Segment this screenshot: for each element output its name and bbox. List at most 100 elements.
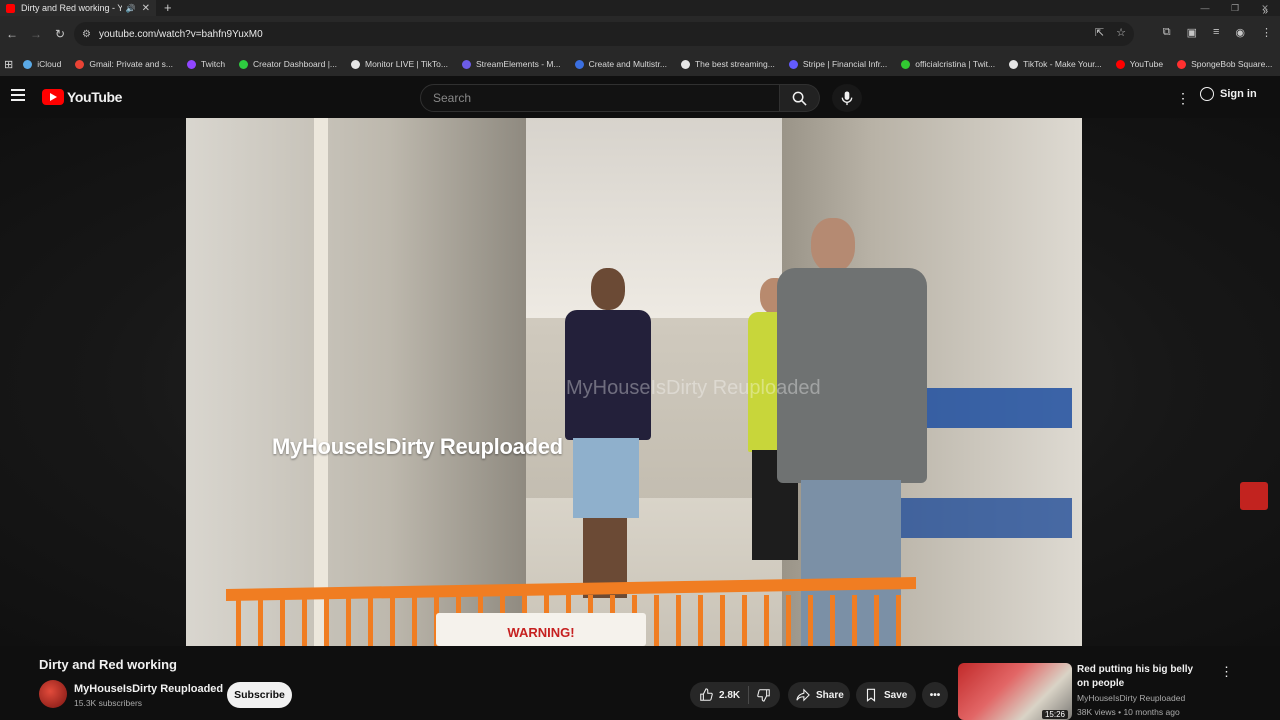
bookmark-label: Creator Dashboard |... xyxy=(253,59,337,69)
video-player[interactable]: MyHouseIsDirty Reuploaded MyHouseIsDirty… xyxy=(0,118,1280,646)
bookmark-favicon-icon xyxy=(23,59,33,69)
bookmark-label: The best streaming... xyxy=(694,59,775,69)
restore-icon[interactable]: ❐ xyxy=(1220,0,1250,16)
bookmarks-bar: ⊞ iCloud Gmail: Private and s... Twitch Cre… xyxy=(0,52,1280,76)
video-frame[interactable]: MyHouseIsDirty Reuploaded MyHouseIsDirty… xyxy=(186,118,1082,646)
microphone-icon xyxy=(841,90,853,105)
bookmark-label: Twitch xyxy=(200,59,226,69)
settings-kebab-icon[interactable]: ⋮ xyxy=(1176,90,1190,107)
apps-icon[interactable]: ⊞ xyxy=(4,58,13,71)
bookmark-item[interactable]: StreamElements - M... xyxy=(462,59,561,69)
bookmark-label: Monitor LIVE | TikTo... xyxy=(365,59,448,69)
speaker-icon[interactable]: 🔊 xyxy=(126,4,136,13)
up-next-meta: 38K views • 10 months ago xyxy=(1077,707,1180,717)
bookmark-favicon-icon xyxy=(1115,59,1125,69)
site-info-icon[interactable]: ⚙ xyxy=(82,29,91,40)
up-next-thumbnail[interactable]: 15:26 xyxy=(958,663,1072,720)
tab-title: Dirty and Red working - Yo xyxy=(21,3,122,13)
forward-icon[interactable]: → xyxy=(24,27,48,41)
browser-tab-active[interactable]: Dirty and Red working - Yo 🔊 ✕ xyxy=(0,0,156,16)
bookmark-label: officialcristina | Twit... xyxy=(915,59,996,69)
bookmark-label: StreamElements - M... xyxy=(476,59,561,69)
bookmark-item[interactable]: officialcristina | Twit... xyxy=(901,59,995,69)
bookmark-favicon-icon xyxy=(901,59,911,69)
bookmark-item[interactable]: YouTube xyxy=(1115,59,1164,69)
channel-branding-watermark-icon[interactable] xyxy=(1240,482,1268,510)
up-next-title[interactable]: Red putting his big belly on people xyxy=(1077,663,1207,691)
bookmark-label: YouTube xyxy=(1129,59,1164,69)
like-count[interactable]: 2.8K xyxy=(719,690,740,701)
bookmark-label: Gmail: Private and s... xyxy=(89,59,173,69)
subscribe-button[interactable]: Subscribe xyxy=(227,682,292,708)
sidebar-icon[interactable]: ▣ xyxy=(1187,26,1197,39)
bookmark-favicon-icon xyxy=(788,59,798,69)
more-actions-button[interactable]: ••• xyxy=(922,682,948,708)
bookmark-favicon-icon xyxy=(186,59,196,69)
youtube-favicon-icon xyxy=(6,3,15,13)
bookmark-item[interactable]: Creator Dashboard |... xyxy=(239,59,337,69)
video-title: Dirty and Red working xyxy=(39,657,177,672)
menu-icon[interactable]: ⋮ xyxy=(1261,26,1272,39)
up-next-duration: 15:26 xyxy=(1041,710,1068,719)
like-dislike-pill: 2.8K xyxy=(690,682,780,708)
extensions-icon[interactable]: ⧉ xyxy=(1163,26,1171,39)
close-tab-icon[interactable]: ✕ xyxy=(142,3,150,14)
bookmark-item[interactable]: Gmail: Private and s... xyxy=(75,59,173,69)
share-button[interactable]: Share xyxy=(788,682,850,708)
youtube-logo[interactable]: YouTube xyxy=(42,89,122,105)
bookmark-save-icon xyxy=(866,688,876,702)
profile-icon[interactable]: ◉ xyxy=(1235,26,1245,39)
url-text[interactable]: youtube.com/watch?v=bahfn9YuxM0 xyxy=(99,29,263,40)
back-icon[interactable]: ← xyxy=(0,27,24,41)
hamburger-menu-icon[interactable] xyxy=(11,89,25,103)
youtube-header: YouTube Search ⋮ Sign in xyxy=(0,76,1280,118)
save-label: Save xyxy=(884,689,908,701)
bookmark-item[interactable]: The best streaming... xyxy=(680,59,775,69)
reload-icon[interactable]: ↻ xyxy=(48,27,72,41)
up-next-menu-icon[interactable]: ⋮ xyxy=(1220,664,1233,680)
bookmark-item[interactable]: Stripe | Financial Infr... xyxy=(788,59,887,69)
browser-toolbar: ← → ↻ ⚙ youtube.com/watch?v=bahfn9YuxM0 … xyxy=(0,16,1280,52)
bookmark-favicon-icon xyxy=(680,59,690,69)
share-label: Share xyxy=(816,689,844,701)
subscriber-count: 15.3K subscribers xyxy=(74,698,143,708)
bookmark-favicon-icon xyxy=(75,59,85,69)
minimize-icon[interactable]: — xyxy=(1190,0,1220,16)
share-icon xyxy=(796,688,810,702)
voice-search-button[interactable] xyxy=(832,84,862,112)
install-app-icon[interactable]: ⇱ xyxy=(1095,26,1104,39)
media-icon[interactable]: ≡ xyxy=(1213,26,1219,39)
bookmark-star-icon[interactable]: ☆ xyxy=(1116,26,1126,39)
bookmark-favicon-icon xyxy=(462,59,471,69)
sign-in-button[interactable]: Sign in xyxy=(1200,87,1257,101)
youtube-play-icon xyxy=(42,89,64,105)
search-input[interactable]: Search xyxy=(420,84,781,112)
bookmark-item[interactable]: TikTok - Make Your... xyxy=(1009,59,1102,69)
bookmark-favicon-icon xyxy=(1009,59,1019,69)
youtube-logo-text: YouTube xyxy=(67,89,123,105)
save-button[interactable]: Save xyxy=(856,682,916,708)
channel-watermark: MyHouseIsDirty Reuploaded xyxy=(272,434,563,459)
channel-avatar[interactable] xyxy=(39,680,67,708)
bookmark-item[interactable]: iCloud xyxy=(23,59,61,69)
address-bar[interactable]: ⚙ youtube.com/watch?v=bahfn9YuxM0 ⇱ ☆ xyxy=(74,22,1134,46)
cart-warning-label: WARNING! xyxy=(436,613,646,646)
bookmark-item[interactable]: SpongeBob Square... xyxy=(1177,59,1272,69)
bookmarks-overflow-icon[interactable]: » xyxy=(1262,6,1268,17)
bookmark-label: SpongeBob Square... xyxy=(1191,59,1273,69)
search-button[interactable] xyxy=(780,84,820,112)
account-icon xyxy=(1200,87,1214,101)
faint-watermark: MyHouseIsDirty Reuploaded xyxy=(566,377,821,399)
person-on-phone xyxy=(561,268,651,598)
bookmark-favicon-icon xyxy=(574,59,584,69)
up-next-channel[interactable]: MyHouseIsDirty Reuploaded xyxy=(1077,693,1185,703)
thumbs-up-icon[interactable] xyxy=(699,688,713,702)
bookmark-favicon-icon xyxy=(351,59,360,69)
bookmark-item[interactable]: Monitor LIVE | TikTo... xyxy=(351,59,448,69)
new-tab-button[interactable]: + xyxy=(164,0,172,16)
bookmark-item[interactable]: Create and Multistr... xyxy=(574,59,667,69)
sign-in-label: Sign in xyxy=(1220,88,1257,100)
thumbs-down-icon[interactable] xyxy=(757,688,771,702)
channel-name[interactable]: MyHouseIsDirty Reuploaded xyxy=(74,683,223,695)
bookmark-item[interactable]: Twitch xyxy=(186,59,226,69)
